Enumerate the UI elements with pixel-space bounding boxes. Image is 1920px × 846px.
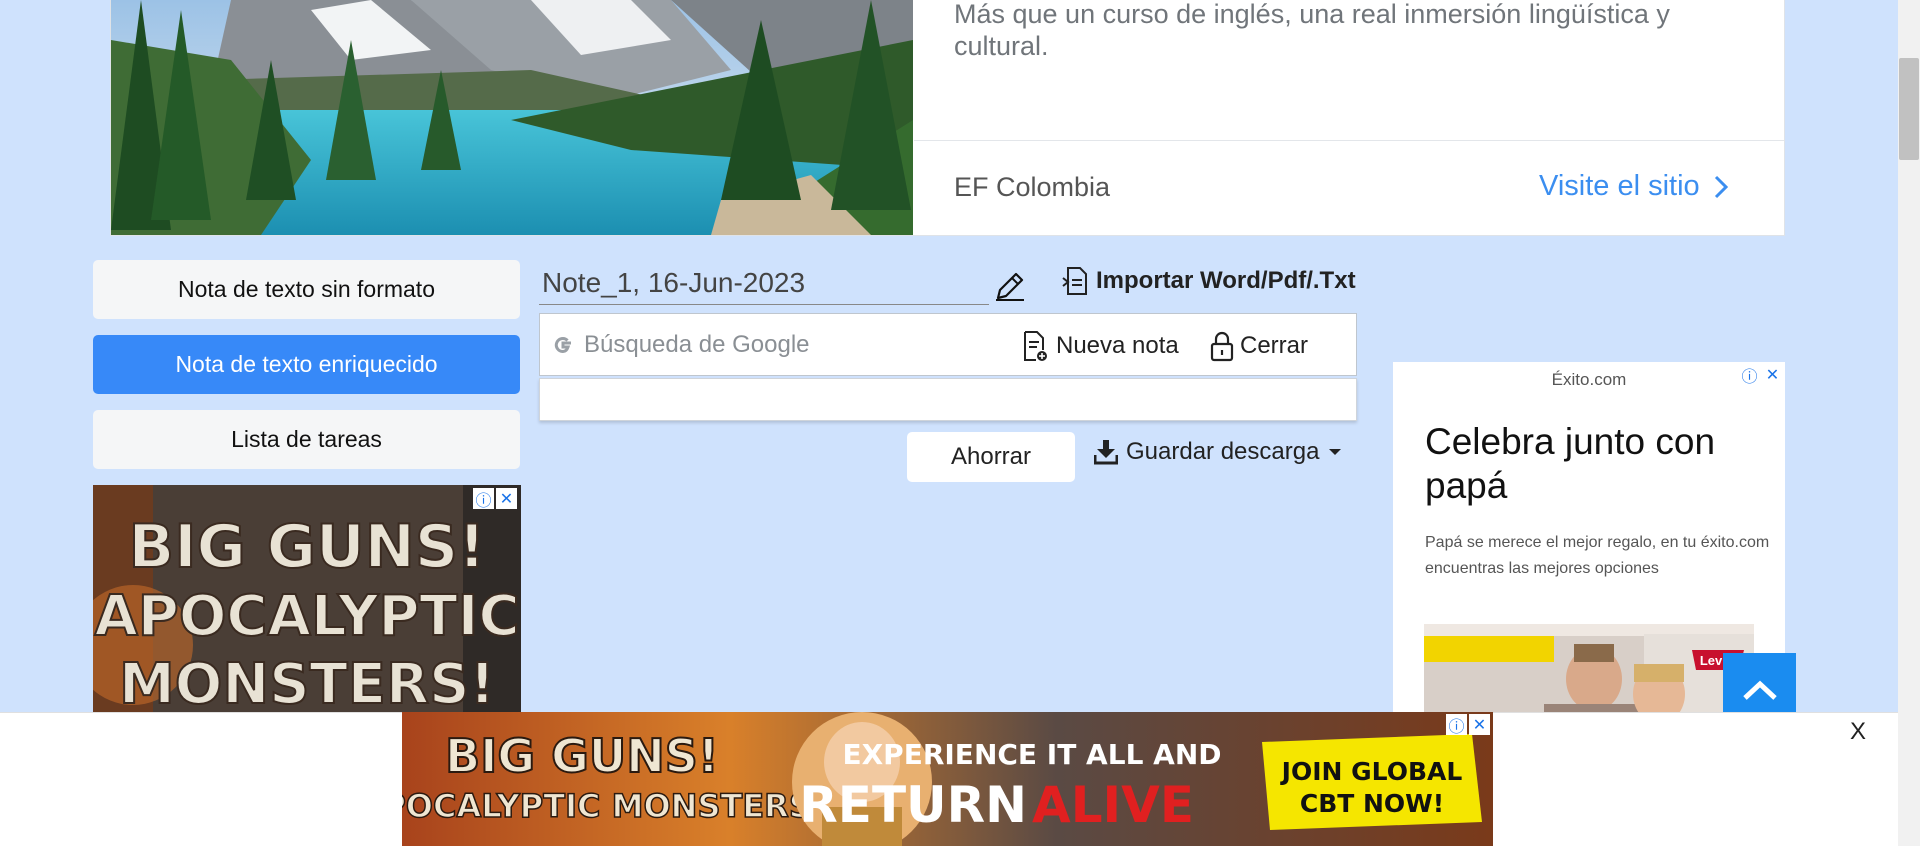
caret-down-icon [1329, 449, 1342, 455]
new-document-icon [1024, 331, 1047, 361]
import-label: Importar Word/Pdf/.Txt [1096, 267, 1356, 294]
bottom-ad-line1: BIG GUNS! [445, 729, 719, 783]
info-icon[interactable]: ⓘ [473, 488, 494, 510]
ad-description: Más que un curso de inglés, una real inm… [954, 0, 1670, 61]
pencil-icon[interactable] [994, 270, 1026, 302]
nav-plain-text-note[interactable]: Nota de texto sin formato [93, 260, 520, 319]
download-label: Guardar descarga [1126, 438, 1320, 465]
rich-text-editor[interactable] [539, 378, 1357, 421]
download-icon [1094, 440, 1118, 465]
close-icon[interactable]: ✕ [496, 488, 517, 509]
close-note-button[interactable]: Cerrar [1210, 330, 1308, 362]
bottom-ad-return: RETURN [799, 776, 1027, 834]
save-download-dropdown[interactable]: Guardar descarga [1094, 438, 1343, 466]
save-button[interactable]: Ahorrar [907, 432, 1075, 482]
bottom-ad-badge2: CBT NOW! [1300, 789, 1444, 818]
import-file-icon [1062, 267, 1087, 295]
ad-choices[interactable]: ⓘ ✕ [1446, 714, 1490, 736]
left-ad-banner[interactable]: BIG GUNS! APOCALYPTIC MONSTERS! ⓘ ✕ [93, 485, 521, 715]
close-note-label: Cerrar [1240, 332, 1309, 359]
ad-image[interactable]: Levi's [1424, 624, 1754, 722]
divider [914, 140, 1784, 141]
info-icon[interactable]: ⓘ [1446, 714, 1467, 736]
visit-site-link[interactable]: Visite el sitio [1539, 170, 1728, 203]
chevron-right-icon [1714, 175, 1728, 198]
new-note-button[interactable]: Nueva nota [1022, 330, 1179, 362]
info-icon[interactable]: ⓘ [1739, 364, 1760, 386]
new-note-label: Nueva nota [1056, 332, 1179, 359]
left-ad-line3: MONSTERS! [119, 652, 495, 715]
ad-headline: Celebra junto con papá [1425, 421, 1716, 506]
ad-landscape-image[interactable] [111, 0, 913, 235]
bottom-ad-banner[interactable]: BIG GUNS! APOCALYPTIC MONSTERS! EXPERIEN… [402, 712, 1493, 846]
ad-brand: Éxito.com [1551, 370, 1627, 389]
note-title-field[interactable]: Note_1, 16-Jun-2023 [539, 263, 989, 305]
bottom-ad-alive: ALIVE [1032, 776, 1194, 834]
ad-choices[interactable]: ⓘ ✕ [1739, 364, 1783, 386]
visit-site-label: Visite el sitio [1539, 170, 1700, 202]
close-icon[interactable]: ✕ [1469, 714, 1490, 735]
ad-choices[interactable]: ⓘ ✕ [473, 488, 517, 510]
left-ad-line1: BIG GUNS! [129, 512, 486, 582]
scrollbar-thumb[interactable] [1899, 58, 1919, 160]
lock-icon [1210, 331, 1234, 362]
left-ad-line2: APOCALYPTIC [94, 584, 519, 649]
close-icon[interactable]: ✕ [1762, 364, 1783, 385]
ad-body: Papá se merece el mejor regalo, en tu éx… [1425, 534, 1770, 577]
import-button[interactable]: Importar Word/Pdf/.Txt [1062, 266, 1356, 296]
nav-task-list[interactable]: Lista de tareas [93, 410, 520, 469]
bottom-ad-line3: EXPERIENCE IT ALL AND [842, 738, 1221, 771]
top-ad[interactable]: Más que un curso de inglés, una real inm… [110, 0, 1785, 236]
bottom-ad-badge1: JOIN GLOBAL [1280, 757, 1463, 786]
bottom-ad-line2: APOCALYPTIC MONSTERS! [402, 787, 826, 825]
google-g-icon [554, 337, 571, 354]
nav-rich-text-note[interactable]: Nota de texto enriquecido [93, 335, 520, 394]
close-sticky-ad-button[interactable]: X [1850, 718, 1866, 746]
ad-advertiser: EF Colombia [954, 172, 1111, 202]
chevron-up-icon [1742, 680, 1777, 700]
google-search-input[interactable] [582, 327, 1002, 363]
